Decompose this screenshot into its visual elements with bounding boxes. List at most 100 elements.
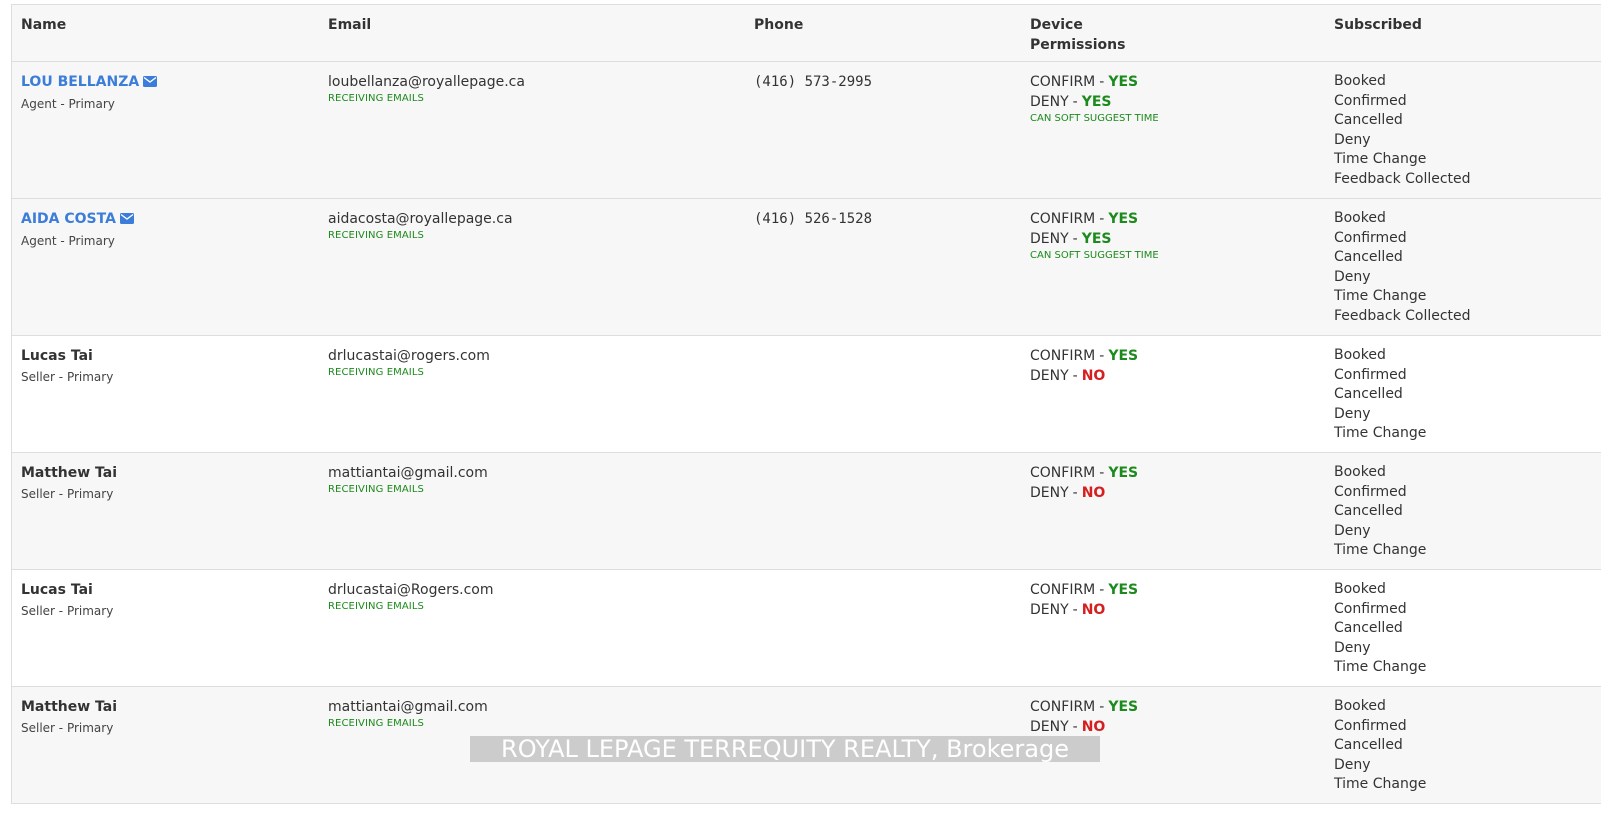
column-header-device-permissions-line2: Permissions [1030,37,1126,53]
deny-permission: DENY - NO [1030,717,1330,737]
deny-permission: DENY - YES [1030,229,1330,249]
receiving-emails-badge: RECEIVING EMAILS [328,93,424,104]
contact-name-link[interactable]: AIDA COSTA [21,209,311,230]
contact-name: Matthew Tai [21,699,118,715]
subscribed-item: Confirmed [1334,229,1407,246]
separator: - [1099,699,1105,715]
deny-label: DENY [1030,231,1069,247]
confirm-value: YES [1108,348,1139,364]
subscribed-item: Time Change [1334,151,1427,168]
receiving-emails-badge: RECEIVING EMAILS [328,484,424,495]
email-cell: drlucastai@Rogers.com RECEIVING EMAILS [328,580,748,614]
subscribed-item: Cancelled [1334,503,1403,520]
contact-role: Seller - Primary [21,370,114,384]
column-header-subscribed[interactable]: Subscribed [1334,15,1594,35]
separator: - [1099,74,1105,90]
deny-value: NO [1081,368,1106,384]
deny-value: YES [1081,231,1112,247]
confirm-permission: CONFIRM - YES [1030,209,1330,229]
receiving-emails-badge: RECEIVING EMAILS [328,601,424,612]
separator: - [1099,348,1105,364]
column-header-device-permissions[interactable]: Device Permissions [1030,15,1330,55]
phone-cell: (416) 573-2995 [754,72,1024,92]
deny-label: DENY [1030,485,1069,501]
column-header-phone[interactable]: Phone [754,15,1024,35]
subscribed-cell: Booked Confirmed Cancelled Deny Time Cha… [1334,580,1594,678]
separator: - [1072,719,1078,735]
contact-name-link[interactable]: LOU BELLANZA [21,72,311,93]
confirm-label: CONFIRM [1030,211,1096,227]
name-cell: Lucas Tai Seller - Primary [21,580,311,622]
subscribed-cell: Booked Confirmed Cancelled Deny Time Cha… [1334,463,1594,561]
confirm-value: YES [1108,211,1139,227]
subscribed-item: Booked [1334,73,1386,89]
separator: - [1099,582,1105,598]
subscribed-item: Time Change [1334,425,1427,442]
separator: - [1072,368,1078,384]
separator: - [1072,485,1078,501]
subscribed-item: Cancelled [1334,386,1403,403]
subscribed-cell: Booked Confirmed Cancelled Deny Time Cha… [1334,209,1594,327]
separator: - [1072,602,1078,618]
name-cell: LOU BELLANZA Agent - Primary [21,72,311,115]
separator: - [1072,231,1078,247]
contacts-table: Name Email Phone Device Permissions Subs… [11,4,1601,804]
name-cell: Matthew Tai Seller - Primary [21,463,311,505]
deny-label: DENY [1030,94,1069,110]
table-row: Lucas Tai Seller - Primary drlucastai@Ro… [12,570,1601,687]
confirm-value: YES [1108,699,1139,715]
subscribed-item: Deny [1334,268,1371,285]
contact-phone: (416) 526-1528 [754,211,873,227]
name-cell: AIDA COSTA Agent - Primary [21,209,311,252]
subscribed-cell: Booked Confirmed Cancelled Deny Time Cha… [1334,72,1594,190]
permissions-cell: CONFIRM - YES DENY - YES CAN SOFT SUGGEST TI… [1030,72,1330,126]
email-cell: aidacosta@royallepage.ca RECEIVING EMAIL… [328,209,748,243]
email-cell: loubellanza@royallepage.ca RECEIVING EMA… [328,72,748,106]
subscribed-item: Confirmed [1334,483,1407,500]
contact-role: Seller - Primary [21,487,114,501]
subscribed-item: Cancelled [1334,620,1403,637]
subscribed-item: Confirmed [1334,92,1407,109]
subscribed-item: Deny [1334,405,1371,422]
confirm-label: CONFIRM [1030,465,1096,481]
separator: - [1099,465,1105,481]
table-row: LOU BELLANZA Agent - Primary loubellanza… [12,62,1601,199]
subscribed-item: Feedback Collected [1334,307,1471,324]
confirm-permission: CONFIRM - YES [1030,580,1330,600]
brokerage-watermark: ROYAL LEPAGE TERREQUITY REALTY, Brokerag… [470,736,1100,762]
table-header-row: Name Email Phone Device Permissions Subs… [12,5,1601,62]
contact-role: Seller - Primary [21,604,114,618]
subscribed-item: Booked [1334,464,1386,480]
subscribed-item: Confirmed [1334,717,1407,734]
confirm-value: YES [1108,582,1139,598]
column-header-email[interactable]: Email [328,15,748,35]
permissions-cell: CONFIRM - YES DENY - YES CAN SOFT SUGGEST TI… [1030,209,1330,263]
contact-name: AIDA COSTA [21,211,116,227]
contact-role: Agent - Primary [21,97,115,111]
table-row: AIDA COSTA Agent - Primary aidacosta@roy… [12,199,1601,336]
confirm-value: YES [1108,74,1139,90]
contact-name: LOU BELLANZA [21,74,140,90]
contact-name: Lucas Tai [21,582,93,598]
contact-name: Lucas Tai [21,348,93,364]
contact-email: mattiantai@gmail.com [328,465,488,481]
subscribed-item: Feedback Collected [1334,170,1471,187]
deny-value: YES [1081,94,1112,110]
envelope-icon[interactable] [143,73,158,93]
confirm-label: CONFIRM [1030,699,1096,715]
contact-role: Seller - Primary [21,721,114,735]
deny-value: NO [1081,719,1106,735]
soft-suggest-badge: CAN SOFT SUGGEST TIME [1030,113,1159,124]
contact-email: aidacosta@royallepage.ca [328,211,513,227]
contact-email: loubellanza@royallepage.ca [328,74,525,90]
subscribed-item: Cancelled [1334,112,1403,129]
column-header-name[interactable]: Name [21,15,311,35]
confirm-permission: CONFIRM - YES [1030,72,1330,92]
contact-phone: (416) 573-2995 [754,74,873,90]
contact-email: drlucastai@Rogers.com [328,582,494,598]
permissions-cell: CONFIRM - YES DENY - NO [1030,346,1330,386]
separator: - [1072,94,1078,110]
subscribed-item: Cancelled [1334,737,1403,754]
envelope-icon[interactable] [119,210,134,230]
separator: - [1099,211,1105,227]
